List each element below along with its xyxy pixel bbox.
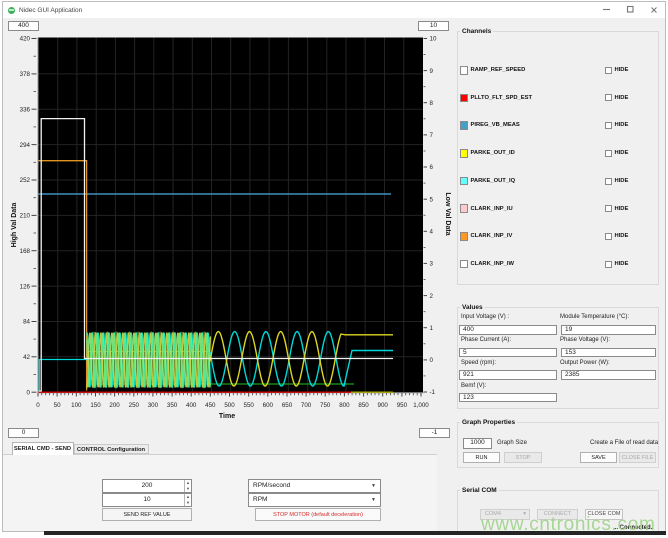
- svg-text:500: 500: [224, 402, 235, 409]
- svg-text:9: 9: [430, 68, 434, 75]
- svg-text:5: 5: [430, 196, 434, 203]
- svg-text:950: 950: [397, 402, 408, 409]
- svg-text:-1: -1: [430, 389, 436, 396]
- svg-text:7: 7: [430, 132, 434, 139]
- svg-text:High Val Data: High Val Data: [11, 203, 18, 248]
- svg-text:300: 300: [148, 402, 159, 409]
- svg-text:Time: Time: [219, 413, 235, 420]
- svg-text:600: 600: [263, 402, 274, 409]
- svg-text:0: 0: [27, 389, 31, 396]
- svg-text:420: 420: [20, 36, 31, 43]
- svg-text:3: 3: [430, 261, 434, 268]
- svg-text:84: 84: [23, 319, 30, 326]
- svg-text:0: 0: [36, 402, 40, 409]
- svg-text:294: 294: [20, 142, 31, 149]
- svg-text:126: 126: [20, 283, 31, 290]
- svg-text:900: 900: [378, 402, 389, 409]
- svg-text:200: 200: [109, 402, 120, 409]
- svg-text:400: 400: [186, 402, 197, 409]
- svg-text:750: 750: [320, 402, 331, 409]
- svg-text:250: 250: [129, 402, 140, 409]
- svg-text:252: 252: [20, 177, 31, 184]
- svg-text:0: 0: [430, 357, 434, 364]
- svg-text:150: 150: [90, 402, 101, 409]
- svg-text:850: 850: [358, 402, 369, 409]
- svg-text:Low Val Data: Low Val Data: [444, 192, 451, 235]
- svg-text:550: 550: [244, 402, 255, 409]
- svg-text:2: 2: [430, 293, 434, 300]
- svg-text:8: 8: [430, 100, 434, 107]
- svg-text:42: 42: [23, 354, 30, 361]
- svg-text:100: 100: [71, 402, 82, 409]
- svg-text:350: 350: [167, 402, 178, 409]
- svg-text:378: 378: [20, 71, 31, 78]
- svg-text:6: 6: [430, 164, 434, 171]
- svg-text:10: 10: [430, 36, 437, 43]
- svg-text:700: 700: [301, 402, 312, 409]
- svg-text:210: 210: [20, 213, 31, 220]
- svg-text:450: 450: [205, 402, 216, 409]
- svg-text:4: 4: [430, 229, 434, 236]
- svg-text:1,000: 1,000: [413, 402, 429, 409]
- svg-text:1: 1: [430, 325, 434, 332]
- svg-text:800: 800: [339, 402, 350, 409]
- svg-text:336: 336: [20, 106, 31, 113]
- svg-text:650: 650: [282, 402, 293, 409]
- svg-text:168: 168: [20, 248, 31, 255]
- svg-text:50: 50: [54, 402, 61, 409]
